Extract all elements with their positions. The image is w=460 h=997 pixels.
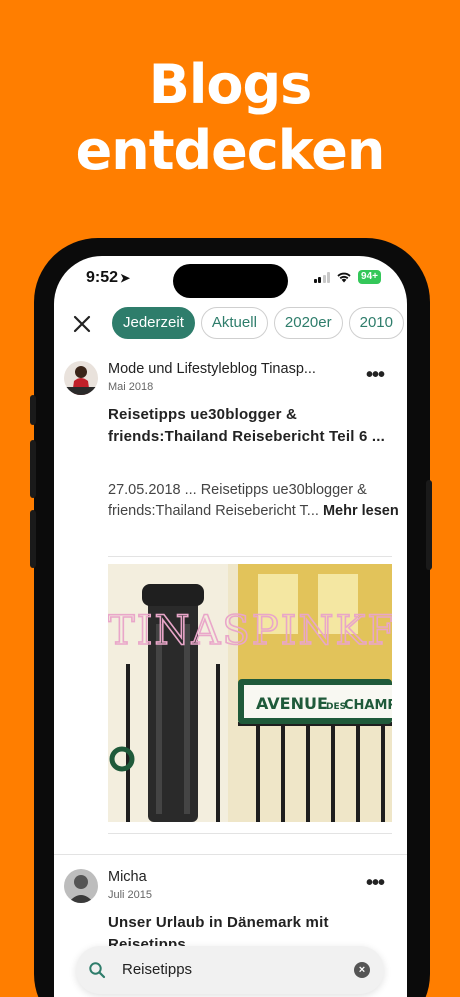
divider [108,556,392,557]
close-button[interactable] [68,310,96,338]
time-filter-chips: Jederzeit Aktuell 2020er 2010 [112,307,404,339]
filter-chip-aktuell[interactable]: Aktuell [200,307,268,339]
filter-chip-2020er[interactable]: 2020er [273,307,343,339]
avatar [64,869,98,903]
phone-volume-up [30,440,36,498]
battery-icon: 94+ [358,270,381,284]
status-icons: 94+ [313,270,381,284]
post-author[interactable]: Mode und Lifestyleblog Tinasp... [108,361,358,377]
post-date: Mai 2018 [108,381,154,393]
close-icon [73,315,91,333]
status-time: 9:52 ➤ [86,269,130,287]
image-overlay-text: TINASPINKFRI [108,608,392,654]
sign-text-main: AVENUE [256,694,328,713]
search-bar[interactable]: Reisetipps × [76,946,384,994]
read-more-link[interactable]: Mehr lesen [323,503,399,519]
sign-text-end: CHAMPS-ÉLY [344,697,392,713]
avatar [64,361,98,395]
more-icon[interactable]: ••• [366,872,385,895]
blog-post-card[interactable]: Micha Juli 2015 ••• Unser Urlaub in Däne… [54,854,407,953]
post-date: Juli 2015 [108,889,153,901]
search-input[interactable]: Reisetipps [122,961,192,978]
phone-volume-down [30,510,36,568]
phone-screen: 9:52➤ 94+ Jederzeit Aktuell 2020er 2010 [54,256,407,997]
status-time-text: 9:52 [86,269,119,286]
headline-line-1: Blogs [148,53,313,116]
search-icon [89,962,106,979]
filter-chip-jederzeit[interactable]: Jederzeit [112,307,195,339]
post-author[interactable]: Micha [108,869,358,885]
post-title[interactable]: Reisetipps ue30blogger & friends:Thailan… [108,404,398,448]
divider [108,833,392,834]
signal-icon [313,271,331,283]
phone-side-button [30,395,36,425]
clear-icon[interactable]: × [354,962,370,978]
more-icon[interactable]: ••• [366,364,385,387]
phone-power-button [426,480,432,570]
wifi-icon [337,272,351,283]
filter-chip-2010[interactable]: 2010 [348,307,404,339]
dynamic-island [173,264,288,298]
page-headline: Blogs entdecken [0,52,460,184]
post-image[interactable]: AVENUE DES CHAMPS-ÉLY TINASPINKFRI [108,564,392,822]
location-arrow-icon: ➤ [120,271,131,285]
headline-line-2: entdecken [75,119,386,182]
post-excerpt: 27.05.2018 ... Reisetipps ue30blogger & … [108,480,400,522]
